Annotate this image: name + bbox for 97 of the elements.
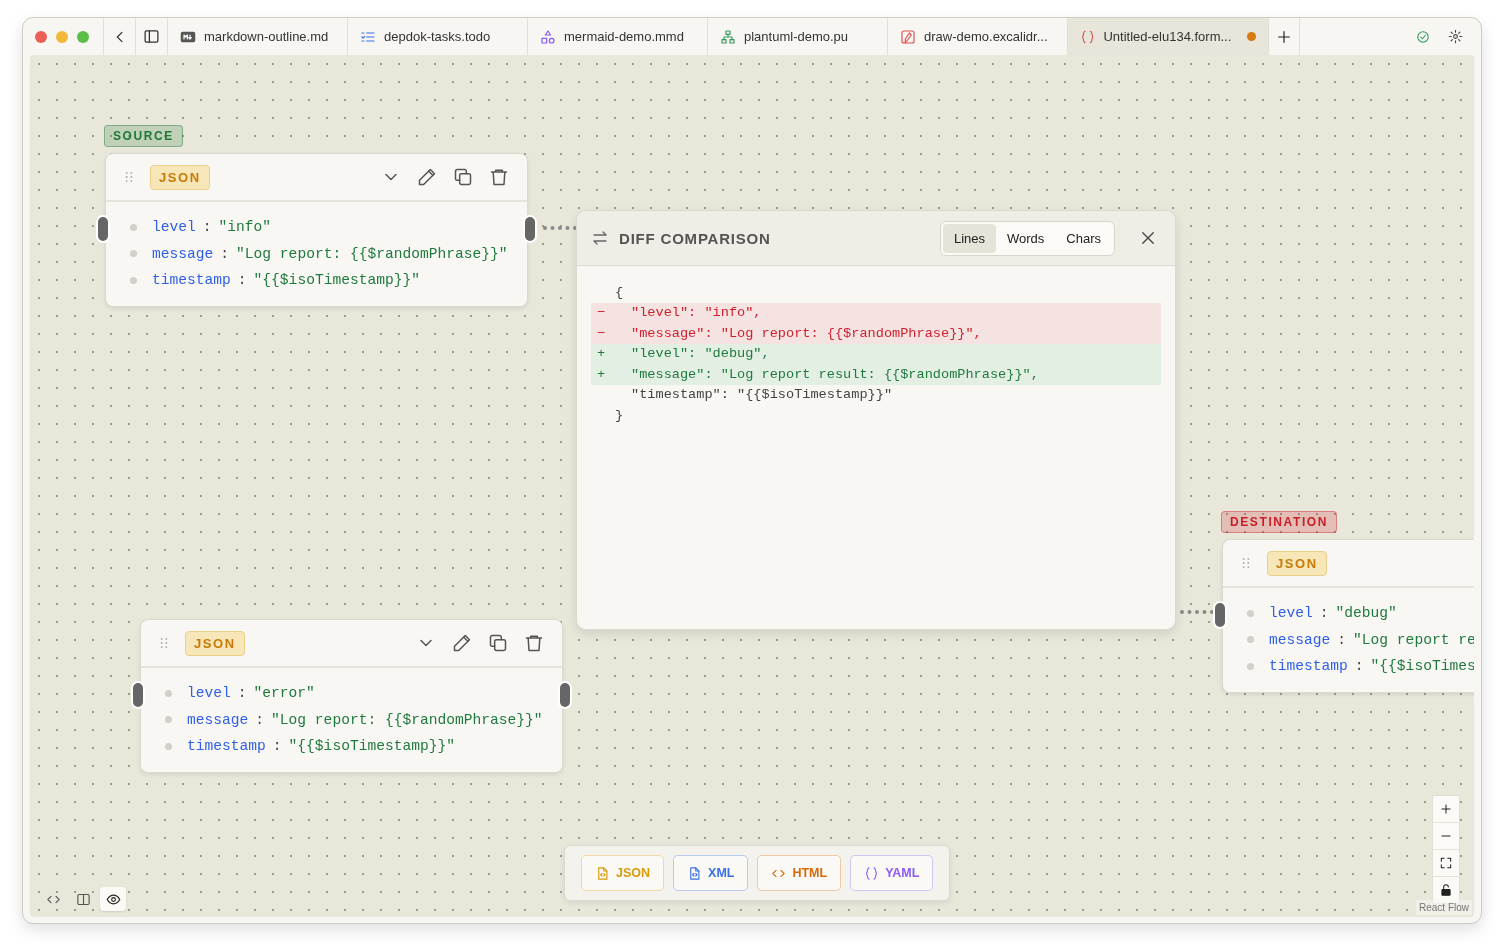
diff-sign: + — [597, 366, 606, 382]
node-role-label: SOURCE — [104, 125, 183, 147]
hierarchy-icon — [720, 28, 736, 45]
eye-icon — [105, 891, 121, 907]
bullet-dot — [165, 742, 172, 750]
diff-text: "message": "Log report result: {{$randomPhrase}}", — [631, 366, 1039, 382]
field-key: timestamp — [152, 272, 231, 289]
separator: : — [1337, 631, 1347, 648]
diff-text: "level": "debug", — [631, 346, 770, 362]
field-value: "Log report: {{$randomPhrase}}" — [271, 711, 543, 728]
connection-handle[interactable] — [1213, 601, 1227, 629]
diff-text: "message": "Log report: {{$randomPhrase}}", — [631, 325, 982, 341]
field-key: timestamp — [1269, 658, 1348, 675]
view-mode-button[interactable] — [100, 887, 126, 911]
field-value: "{{$isoTimestamp}}" — [253, 272, 420, 289]
fit-view-icon[interactable] — [1439, 856, 1453, 870]
file-code-icon — [687, 865, 703, 881]
diff-text: "timestamp": "{{$isoTimestamp}}" — [631, 387, 893, 403]
diff-mode-tab[interactable]: Chars — [1055, 223, 1112, 253]
tab-label: draw-demo.excalidr... — [924, 29, 1048, 44]
diff-mode-tab[interactable]: Lines — [942, 223, 996, 253]
bullet-dot — [1247, 662, 1254, 670]
separator: : — [272, 738, 282, 755]
sidebar-toggle-icon[interactable] — [143, 28, 160, 45]
bullet-dot — [1247, 636, 1254, 644]
field-key: level — [187, 685, 231, 702]
format-tag: JSON — [150, 164, 210, 190]
connection-handle[interactable] — [96, 215, 110, 243]
field-value: "Log report re — [1353, 631, 1474, 648]
zoom-in-icon[interactable] — [1439, 802, 1453, 816]
connection-handle[interactable] — [558, 681, 572, 709]
separator: : — [202, 219, 212, 236]
check-circle-icon[interactable] — [1416, 29, 1430, 44]
swap-arrows-icon — [591, 229, 609, 247]
diff-sign: − — [597, 325, 606, 341]
bullet-dot — [130, 250, 137, 258]
field-key: level — [152, 219, 196, 236]
diff-text: { — [615, 284, 624, 300]
braces-icon — [1080, 28, 1096, 45]
drawing-icon — [900, 28, 916, 45]
field-value: "Log report: {{$randomPhrase}}" — [236, 245, 508, 262]
format-tag: JSON — [1267, 550, 1327, 576]
field-value: "{{$isoTimes — [1370, 658, 1474, 675]
connection-handle[interactable] — [131, 681, 145, 709]
separator: : — [237, 685, 247, 702]
field-key: level — [1269, 605, 1313, 622]
diff-mode-tab[interactable]: Words — [996, 223, 1056, 253]
tab-label: markdown-outline.md — [204, 29, 329, 44]
bullet-dot — [165, 689, 172, 697]
close-window-button[interactable] — [35, 30, 47, 43]
separator: : — [220, 245, 230, 262]
format-tag: JSON — [185, 630, 245, 656]
field-value: "error" — [253, 685, 315, 702]
editor-tab[interactable]: Untitled-elu134.form... — [1067, 18, 1268, 55]
pencil-icon[interactable] — [452, 633, 472, 653]
field-value: "{{$isoTimestamp}}" — [288, 738, 455, 755]
diff-text: } — [615, 407, 624, 423]
format-button[interactable]: YAML — [850, 855, 934, 891]
bullet-dot — [165, 716, 172, 724]
bullet-dot — [130, 276, 137, 284]
diff-text: "level": "info", — [631, 305, 762, 321]
tab-label: mermaid-demo.mmd — [564, 29, 684, 44]
file-code-icon — [595, 865, 610, 881]
copy-icon[interactable] — [488, 633, 508, 653]
field-key: message — [1269, 631, 1331, 648]
node-role-label: DESTINATION — [1221, 511, 1338, 533]
format-button[interactable]: XML — [673, 855, 749, 891]
trash-icon[interactable] — [524, 633, 544, 653]
lock-icon[interactable] — [1439, 883, 1453, 897]
bullet-dot — [130, 223, 137, 231]
separator: : — [1354, 658, 1364, 675]
separator: : — [237, 272, 247, 289]
tab-label: plantuml-demo.pu — [744, 29, 849, 44]
field-key: message — [152, 245, 214, 262]
close-icon[interactable] — [1139, 229, 1157, 247]
field-key: timestamp — [187, 738, 266, 755]
field-value: "debug" — [1335, 605, 1397, 622]
split-view-icon — [75, 891, 91, 907]
plus-icon[interactable] — [1276, 28, 1292, 45]
braces-icon — [864, 865, 880, 881]
panel-title: DIFF COMPARISON — [619, 229, 771, 247]
diff-sign: − — [597, 305, 606, 321]
bullet-dot — [1247, 609, 1254, 617]
tab-label: Untitled-elu134.form... — [1103, 29, 1232, 44]
separator: : — [1319, 605, 1329, 622]
diff-sign: + — [597, 346, 606, 362]
tab-label: depdok-tasks.todo — [384, 29, 491, 44]
settings-icon[interactable] — [1448, 29, 1463, 44]
connection-handle[interactable] — [523, 215, 537, 243]
field-key: message — [187, 711, 249, 728]
pencil-icon[interactable] — [417, 167, 437, 187]
copy-icon[interactable] — [453, 167, 473, 187]
trash-icon[interactable] — [489, 167, 509, 187]
shapes-icon — [540, 28, 556, 45]
separator: : — [255, 711, 265, 728]
field-value: "info" — [218, 219, 272, 236]
attribution-link[interactable]: React Flow — [1416, 900, 1472, 915]
